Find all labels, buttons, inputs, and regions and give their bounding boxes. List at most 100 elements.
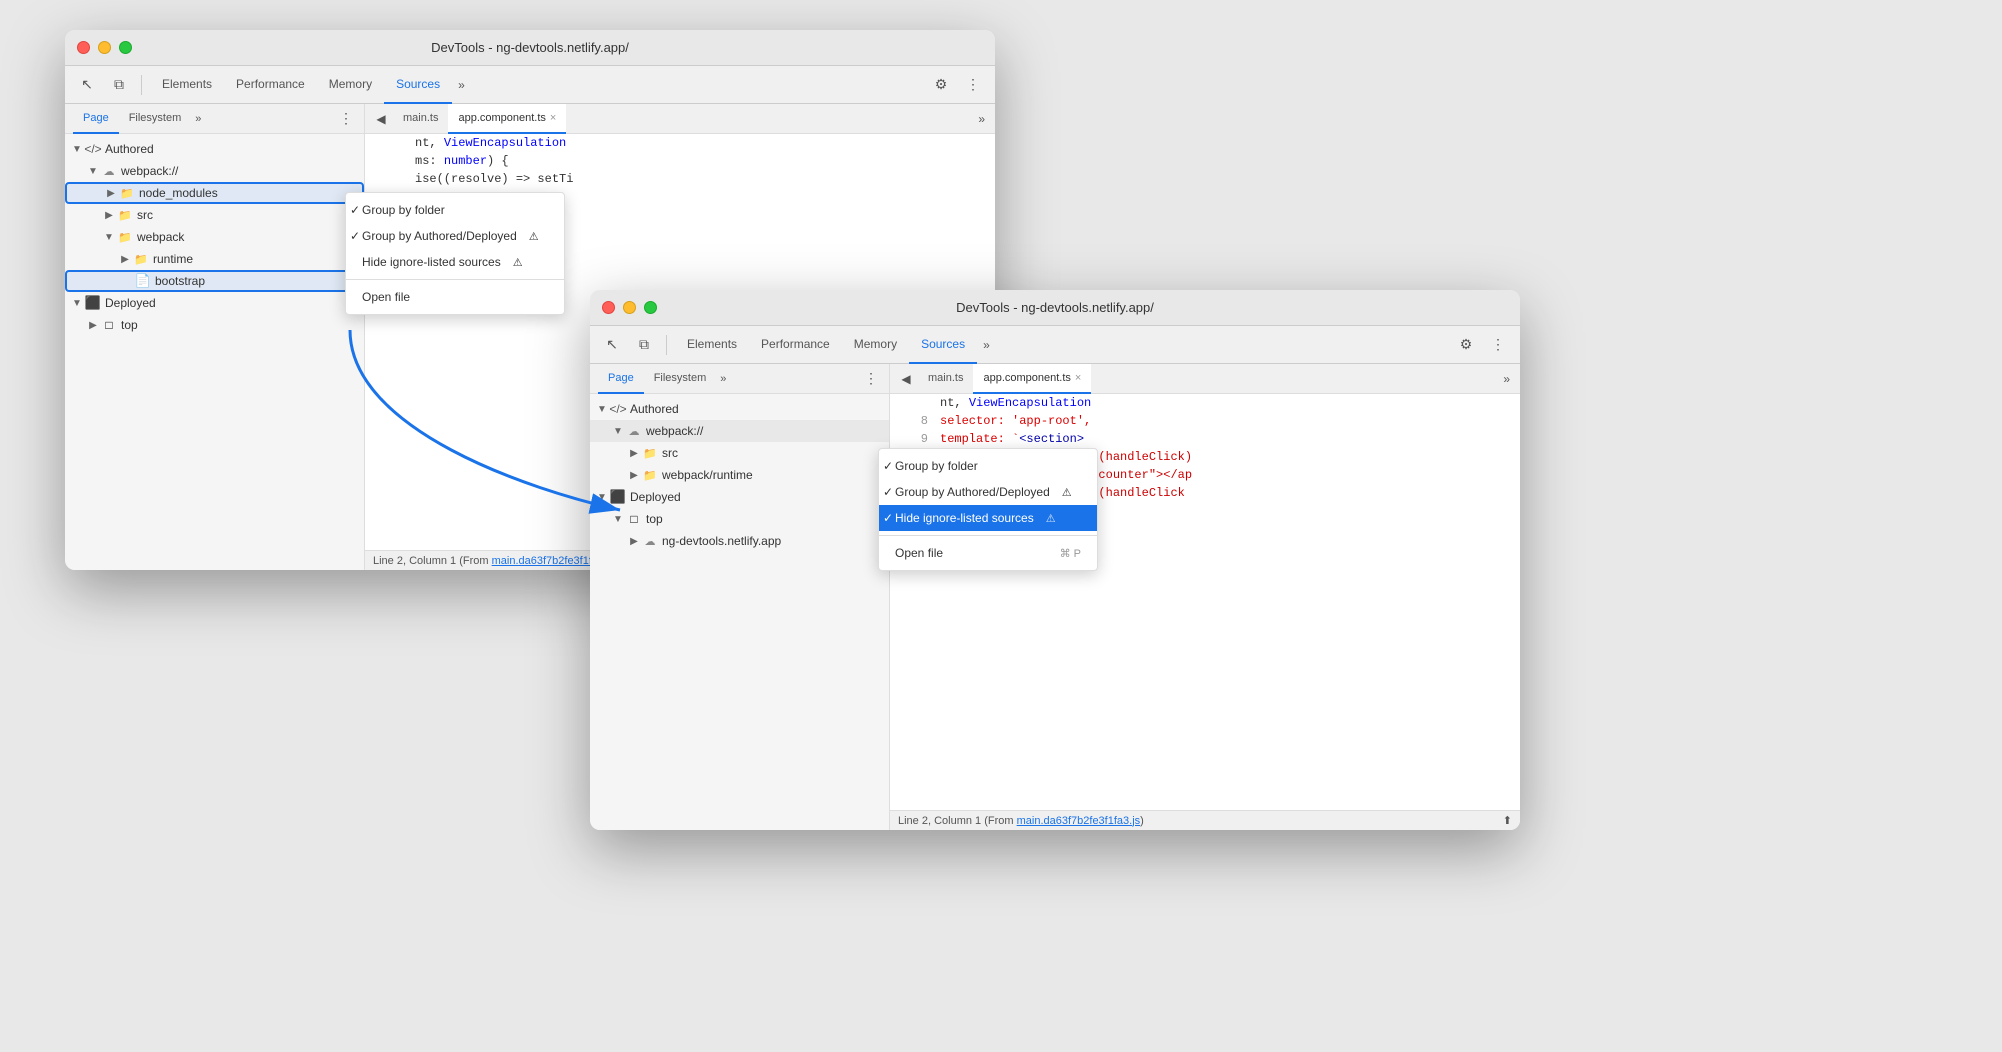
code-tab-close-1[interactable]: × <box>550 112 556 124</box>
tab-memory-2[interactable]: Memory <box>842 326 909 364</box>
menu2-hide-ignore[interactable]: Hide ignore-listed sources ⚠ <box>879 505 1097 531</box>
tree-authored-1[interactable]: </> Authored <box>65 138 364 160</box>
layers-icon-1[interactable]: ⧉ <box>105 71 133 99</box>
panel-tab-filesystem-2[interactable]: Filesystem <box>644 364 717 394</box>
arrow-webpack-1 <box>85 163 101 179</box>
code-tab-close-2[interactable]: × <box>1075 372 1081 384</box>
code-tab-appcomponent-1[interactable]: app.component.ts × <box>448 104 566 134</box>
tree-top-1[interactable]: □ top <box>65 314 364 336</box>
panel-tab-page-1[interactable]: Page <box>73 104 119 134</box>
maximize-button-2[interactable] <box>644 301 657 314</box>
arrow-node-modules-1 <box>103 185 119 201</box>
webpack-folder-label-1: webpack <box>137 230 184 244</box>
tree-deployed-1[interactable]: ⬛ Deployed <box>65 292 364 314</box>
ngdevtools-label-2: ng-devtools.netlify.app <box>662 534 781 548</box>
folder-icon-src-2: 📁 <box>642 445 658 461</box>
gear-icon-1[interactable]: ⚙ <box>927 71 955 99</box>
node-modules-label-1: node_modules <box>139 186 218 200</box>
menu2-group-authored[interactable]: Group by Authored/Deployed ⚠ <box>879 479 1097 505</box>
panel-tab-more-1[interactable]: » <box>191 113 205 125</box>
status-text-1: Line 2, Column 1 (From main.da63f7b2fe3f… <box>373 555 619 567</box>
authored-icon-1: </> <box>85 141 101 157</box>
titlebar-1: DevTools - ng-devtools.netlify.app/ <box>65 30 995 66</box>
maximize-button-1[interactable] <box>119 41 132 54</box>
menu1-hide-ignore[interactable]: Hide ignore-listed sources ⚠ <box>346 249 564 275</box>
toolbar-tabs-2: Elements Performance Memory Sources » <box>675 326 996 364</box>
more-icon-2[interactable]: ⋮ <box>1484 331 1512 359</box>
bootstrap-label-1: bootstrap <box>155 274 205 288</box>
tab-elements-1[interactable]: Elements <box>150 66 224 104</box>
menu2-open-file-label: Open file <box>895 546 943 560</box>
menu2-group-folder[interactable]: Group by folder <box>879 453 1097 479</box>
tab-performance-2[interactable]: Performance <box>749 326 842 364</box>
code-tab-more-2[interactable]: » <box>1497 372 1516 386</box>
code-tab-appcomponent-label-1: app.component.ts <box>458 112 545 124</box>
panel-tab-menu-2[interactable]: ⋮ <box>861 369 881 389</box>
toolbar-tabs-1: Elements Performance Memory Sources » <box>150 66 471 104</box>
code-panel-2: ◀ main.ts app.component.ts × » nt, ViewE… <box>890 364 1520 830</box>
tree-node-modules-1[interactable]: 📁 node_modules <box>65 182 364 204</box>
status-link-2[interactable]: main.da63f7b2fe3f1fa3.js <box>1017 815 1141 827</box>
back-nav-1[interactable]: ◀ <box>369 107 393 131</box>
panel-tab-filesystem-1[interactable]: Filesystem <box>119 104 192 134</box>
menu1-open-file[interactable]: Open file <box>346 284 564 310</box>
tab-performance-1[interactable]: Performance <box>224 66 317 104</box>
more-icon-1[interactable]: ⋮ <box>959 71 987 99</box>
panel-tab-more-2[interactable]: » <box>716 373 730 385</box>
minimize-button-1[interactable] <box>98 41 111 54</box>
src-label-2: src <box>662 446 678 460</box>
tree-webpack-folder-1[interactable]: 📁 webpack <box>65 226 364 248</box>
top-label-2: top <box>646 512 663 526</box>
toolbar-right-1: ⚙ ⋮ <box>927 71 987 99</box>
tab-sources-2[interactable]: Sources <box>909 326 977 364</box>
gear-icon-2[interactable]: ⚙ <box>1452 331 1480 359</box>
arrow-top-1 <box>85 317 101 333</box>
menu1-group-folder[interactable]: Group by folder <box>346 197 564 223</box>
menu2-separator <box>879 535 1097 536</box>
traffic-lights-1 <box>77 41 132 54</box>
code-tab-appcomponent-2[interactable]: app.component.ts × <box>973 364 1091 394</box>
tab-elements-2[interactable]: Elements <box>675 326 749 364</box>
webpack-runtime-label-2: webpack/runtime <box>662 468 753 482</box>
folder-icon-runtime-1: 📁 <box>133 251 149 267</box>
menu2-open-file-shortcut: ⌘ P <box>1060 547 1081 560</box>
menu2-hide-ignore-label: Hide ignore-listed sources <box>895 511 1034 525</box>
close-button-1[interactable] <box>77 41 90 54</box>
tree-runtime-1[interactable]: 📁 runtime <box>65 248 364 270</box>
code-line-2-1: nt, ViewEncapsulation <box>890 394 1520 412</box>
code-tab-more-1[interactable]: » <box>972 112 991 126</box>
code-tabs-2: ◀ main.ts app.component.ts × » <box>890 364 1520 394</box>
box-icon-top-1: □ <box>101 317 117 333</box>
panel-tab-menu-1[interactable]: ⋮ <box>336 109 356 129</box>
format-icon-2[interactable]: ⬆ <box>1503 814 1512 827</box>
code-tab-maints-2[interactable]: main.ts <box>918 364 973 394</box>
toolbar-more-tabs-1[interactable]: » <box>452 66 471 104</box>
folder-icon-node-modules-1: 📁 <box>119 185 135 201</box>
code-tab-maints-1[interactable]: main.ts <box>393 104 448 134</box>
folder-icon-webpack-1: 📁 <box>117 229 133 245</box>
folder-icon-src-1: 📁 <box>117 207 133 223</box>
toolbar-more-tabs-2[interactable]: » <box>977 326 996 364</box>
menu2-group-authored-label: Group by Authored/Deployed <box>895 485 1050 499</box>
arrow-deployed-1 <box>69 295 85 311</box>
window-title-1: DevTools - ng-devtools.netlify.app/ <box>431 40 629 55</box>
runtime-label-1: runtime <box>153 252 193 266</box>
tab-sources-1[interactable]: Sources <box>384 66 452 104</box>
back-nav-2[interactable]: ◀ <box>894 367 918 391</box>
menu2-open-file[interactable]: Open file ⌘ P <box>879 540 1097 566</box>
warning-icon-1: ⚠ <box>529 230 539 243</box>
top-label-1: top <box>121 318 138 332</box>
tree-webpack-1[interactable]: ☁ webpack:// <box>65 160 364 182</box>
toolbar-right-2: ⚙ ⋮ <box>1452 331 1512 359</box>
code-line-3: ms: number) { <box>365 152 995 170</box>
arrow-webpack-folder-1 <box>101 229 117 245</box>
arrow-bootstrap-1 <box>119 273 135 289</box>
tree-src-1[interactable]: 📁 src <box>65 204 364 226</box>
code-line-2-3: 9 template: `<section> <box>890 430 1520 448</box>
menu1-group-authored[interactable]: Group by Authored/Deployed ⚠ <box>346 223 564 249</box>
warning-icon-2: ⚠ <box>513 256 523 269</box>
tree-bootstrap-1[interactable]: 📄 bootstrap <box>65 270 364 292</box>
src-label-1: src <box>137 208 153 222</box>
tab-memory-1[interactable]: Memory <box>317 66 384 104</box>
cursor-icon-1[interactable]: ↖ <box>73 71 101 99</box>
